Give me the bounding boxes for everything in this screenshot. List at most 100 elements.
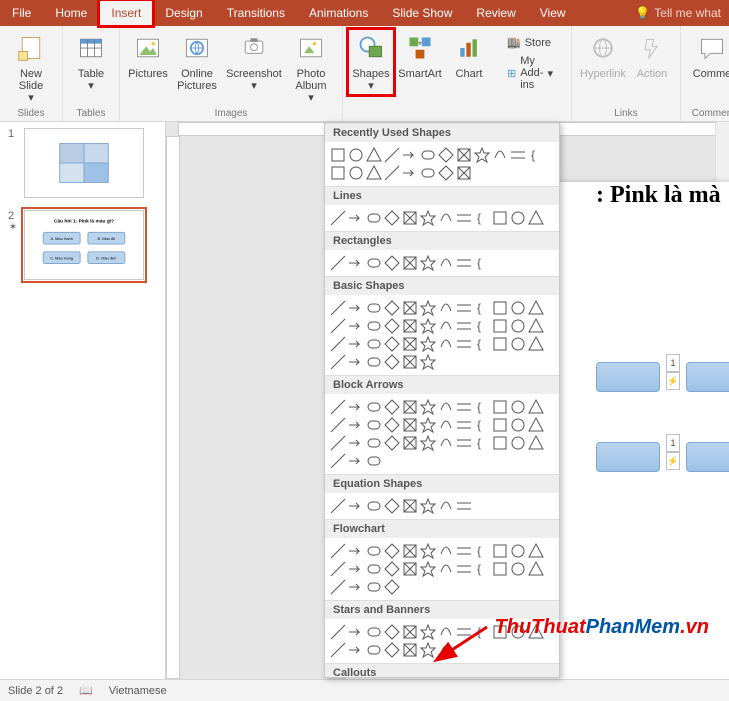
shape-item[interactable] <box>401 560 419 578</box>
shape-item[interactable] <box>383 353 401 371</box>
answer-box[interactable] <box>686 362 729 392</box>
shape-item[interactable] <box>383 398 401 416</box>
shape-item[interactable] <box>365 317 383 335</box>
shape-item[interactable] <box>383 434 401 452</box>
shape-item[interactable] <box>365 416 383 434</box>
screenshot-button[interactable]: Screenshot▾ <box>224 30 284 106</box>
shape-item[interactable] <box>347 416 365 434</box>
shape-item[interactable] <box>365 641 383 659</box>
shape-item[interactable] <box>347 146 365 164</box>
shape-item[interactable] <box>527 560 545 578</box>
shape-item[interactable] <box>401 299 419 317</box>
shape-item[interactable] <box>329 497 347 515</box>
shape-item[interactable] <box>419 497 437 515</box>
shape-item[interactable] <box>455 164 473 182</box>
shape-item[interactable] <box>527 299 545 317</box>
shape-item[interactable] <box>419 299 437 317</box>
shape-item[interactable] <box>383 641 401 659</box>
shape-item[interactable] <box>527 209 545 227</box>
shape-item[interactable] <box>401 164 419 182</box>
shape-item[interactable] <box>437 146 455 164</box>
shape-item[interactable] <box>329 317 347 335</box>
shape-item[interactable] <box>383 164 401 182</box>
shape-item[interactable] <box>329 353 347 371</box>
smartart-button[interactable]: SmartArt <box>395 30 445 94</box>
shape-item[interactable] <box>329 623 347 641</box>
shape-item[interactable] <box>491 317 509 335</box>
shape-item[interactable] <box>509 542 527 560</box>
shape-item[interactable] <box>455 254 473 272</box>
shape-item[interactable] <box>473 146 491 164</box>
thumb-1[interactable]: 1 <box>8 128 157 198</box>
shape-item[interactable] <box>365 434 383 452</box>
shape-item[interactable] <box>365 542 383 560</box>
shape-item[interactable] <box>419 254 437 272</box>
shape-item[interactable] <box>455 299 473 317</box>
shape-item[interactable] <box>491 542 509 560</box>
shape-item[interactable] <box>491 335 509 353</box>
shape-item[interactable] <box>527 434 545 452</box>
shape-item[interactable] <box>437 542 455 560</box>
shape-item[interactable] <box>347 497 365 515</box>
shape-item[interactable] <box>365 623 383 641</box>
shape-item[interactable] <box>383 623 401 641</box>
shape-item[interactable] <box>329 560 347 578</box>
shape-item[interactable] <box>455 335 473 353</box>
shape-item[interactable] <box>347 254 365 272</box>
chart-button[interactable]: Chart <box>447 30 491 94</box>
shape-item[interactable] <box>437 209 455 227</box>
tab-design[interactable]: Design <box>153 0 214 26</box>
shape-item[interactable] <box>401 416 419 434</box>
shape-item[interactable] <box>419 146 437 164</box>
shape-item[interactable] <box>347 353 365 371</box>
shape-item[interactable] <box>401 209 419 227</box>
tab-insert[interactable]: Insert <box>99 0 153 26</box>
shape-item[interactable]: { <box>473 299 491 317</box>
shape-item[interactable] <box>419 353 437 371</box>
shape-item[interactable] <box>347 578 365 596</box>
shape-item[interactable] <box>329 209 347 227</box>
shape-item[interactable] <box>509 317 527 335</box>
shape-item[interactable] <box>401 434 419 452</box>
shape-item[interactable] <box>401 335 419 353</box>
shape-item[interactable] <box>419 542 437 560</box>
shape-item[interactable] <box>365 560 383 578</box>
shape-item[interactable] <box>491 560 509 578</box>
tab-home[interactable]: Home <box>43 0 99 26</box>
shape-item[interactable] <box>329 335 347 353</box>
shape-item[interactable] <box>365 146 383 164</box>
shape-item[interactable] <box>383 299 401 317</box>
shape-item[interactable] <box>437 254 455 272</box>
shape-item[interactable] <box>365 335 383 353</box>
tab-transitions[interactable]: Transitions <box>215 0 297 26</box>
my-addins-button[interactable]: ⊞My Add-ins ▾ <box>503 53 557 93</box>
shape-item[interactable] <box>419 164 437 182</box>
shape-item[interactable] <box>455 542 473 560</box>
shape-item[interactable] <box>365 497 383 515</box>
tab-view[interactable]: View <box>528 0 578 26</box>
tell-me-search[interactable]: 💡 Tell me what <box>627 0 729 26</box>
shape-item[interactable] <box>365 209 383 227</box>
shape-item[interactable] <box>527 542 545 560</box>
shape-item[interactable] <box>491 209 509 227</box>
tab-file[interactable]: File <box>0 0 43 26</box>
shape-item[interactable] <box>365 299 383 317</box>
shape-item[interactable] <box>329 578 347 596</box>
shape-item[interactable]: { <box>473 317 491 335</box>
shape-item[interactable] <box>401 398 419 416</box>
tab-animations[interactable]: Animations <box>297 0 380 26</box>
shape-item[interactable] <box>419 434 437 452</box>
shape-item[interactable] <box>347 560 365 578</box>
shape-item[interactable]: { <box>473 209 491 227</box>
pictures-button[interactable]: Pictures <box>126 30 170 106</box>
shape-item[interactable] <box>347 452 365 470</box>
shape-item[interactable] <box>509 299 527 317</box>
shape-item[interactable] <box>455 209 473 227</box>
shape-item[interactable] <box>437 299 455 317</box>
shape-item[interactable] <box>419 317 437 335</box>
shape-item[interactable] <box>383 335 401 353</box>
table-button[interactable]: Table▾ <box>69 30 113 94</box>
shape-item[interactable]: { <box>473 254 491 272</box>
shape-item[interactable] <box>365 578 383 596</box>
animation-lightning-icon[interactable]: ⚡ <box>666 372 680 390</box>
